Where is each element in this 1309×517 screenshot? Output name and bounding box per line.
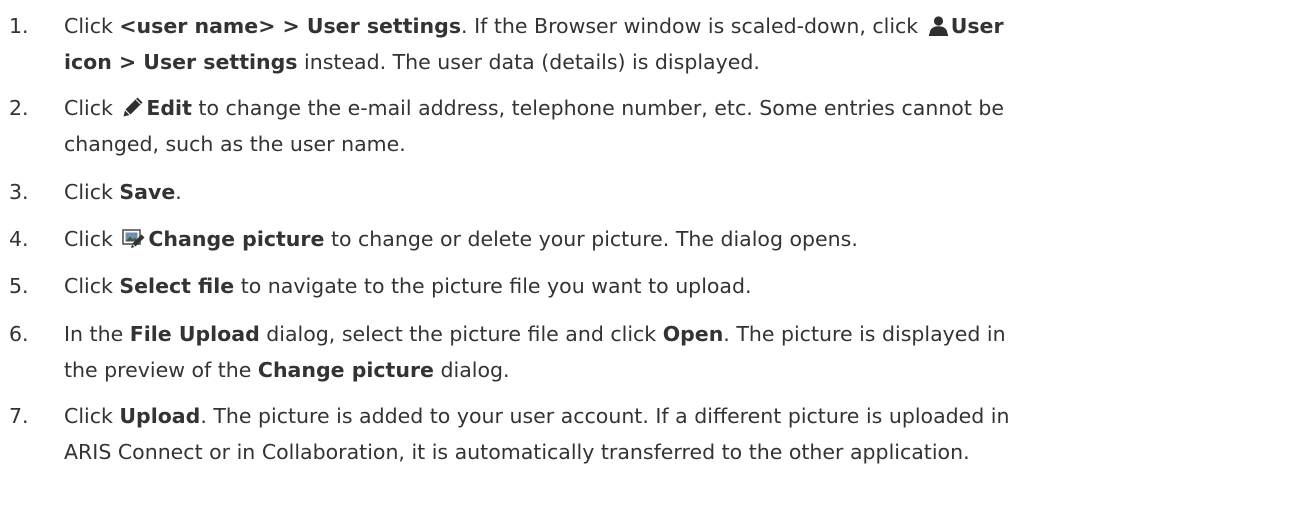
ui-reference: User xyxy=(950,14,1004,38)
ui-reference: icon > User settings xyxy=(64,50,298,74)
step-number: 5. xyxy=(9,274,29,298)
step-text: Click xyxy=(64,227,120,251)
step-text: Click xyxy=(64,180,120,204)
step-text: . If the Browser window is scaled-down, … xyxy=(461,14,925,38)
step-text: changed, such as the user name. xyxy=(64,132,406,156)
ui-reference: File Upload xyxy=(129,322,260,346)
step-text: . The picture is added to your user acco… xyxy=(200,404,1010,428)
ui-reference: Select file xyxy=(119,274,235,298)
ui-reference: Change picture xyxy=(257,358,434,382)
ui-reference: Edit xyxy=(146,96,192,120)
step-text-line: Click Upload. The picture is added to yo… xyxy=(64,398,1009,434)
step-text-line: Click <user name> > User settings. If th… xyxy=(64,8,1004,47)
step-text: Click xyxy=(64,274,120,298)
step-text: the preview of the xyxy=(64,358,258,382)
step-text: In the xyxy=(64,322,130,346)
ui-reference: Open xyxy=(662,322,724,346)
ui-reference: Save xyxy=(119,180,176,204)
step-text: to change the e-mail address, telephone … xyxy=(191,96,1005,120)
step-number: 1. xyxy=(9,14,29,38)
step-text: instead. The user data (details) is disp… xyxy=(297,50,760,74)
step-text-line: ARIS Connect or in Collaboration, it is … xyxy=(64,434,970,470)
step-text: to change or delete your picture. The di… xyxy=(324,227,858,251)
step-text: to navigate to the picture file you want… xyxy=(234,274,752,298)
step-number: 3. xyxy=(9,180,29,204)
instruction-steps-list: 1. Click <user name> > User settings. If… xyxy=(0,0,1309,517)
step-text-line: Click Save. xyxy=(64,174,182,210)
ui-reference: <user name> > User settings xyxy=(119,14,462,38)
step-text: Click xyxy=(64,14,120,38)
step-text-line: Click Edit to change the e-mail address,… xyxy=(64,90,1004,129)
pencil-edit-icon xyxy=(122,93,144,129)
step-text-line: the preview of the Change picture dialog… xyxy=(64,352,510,388)
step-number: 6. xyxy=(9,322,29,346)
step-text: . xyxy=(175,180,182,204)
change-picture-icon xyxy=(122,224,146,260)
ui-reference: Change picture xyxy=(148,227,325,251)
user-icon xyxy=(928,11,949,47)
step-text: Click xyxy=(64,404,120,428)
step-text: dialog. xyxy=(433,358,510,382)
step-number: 4. xyxy=(9,227,29,251)
step-text-line: In the File Upload dialog, select the pi… xyxy=(64,316,1006,352)
step-number: 7. xyxy=(9,404,29,428)
step-text: ARIS Connect or in Collaboration, it is … xyxy=(64,440,970,464)
step-text-line: changed, such as the user name. xyxy=(64,126,406,162)
step-text: . The picture is displayed in xyxy=(723,322,1006,346)
step-number: 2. xyxy=(9,96,29,120)
step-text: dialog, select the picture file and clic… xyxy=(259,322,663,346)
step-text-line: Click Select file to navigate to the pic… xyxy=(64,268,752,304)
ui-reference: Upload xyxy=(119,404,201,428)
step-text-line: Click Change picture to change or delete… xyxy=(64,221,858,260)
step-text: Click xyxy=(64,96,120,120)
step-text-line: icon > User settings instead. The user d… xyxy=(64,44,760,80)
